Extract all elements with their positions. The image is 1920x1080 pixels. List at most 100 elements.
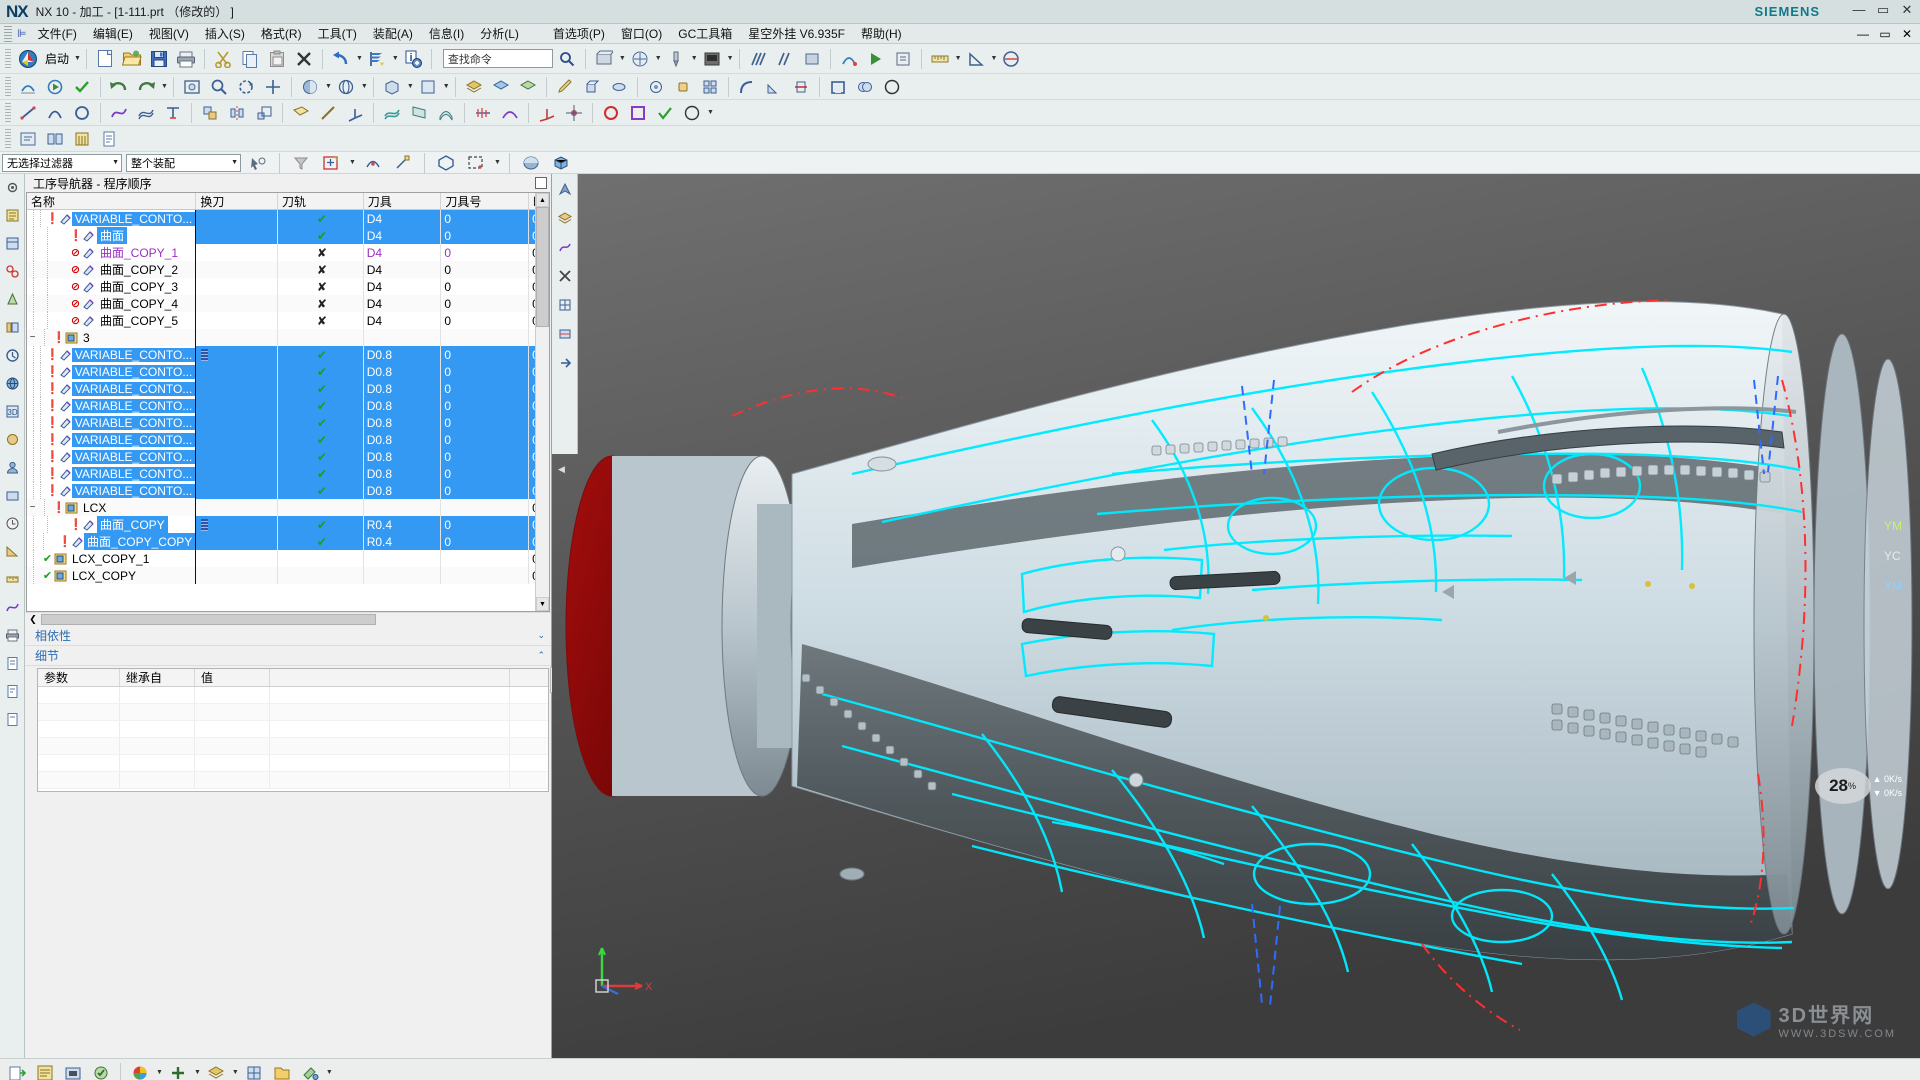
tool-library-icon[interactable] xyxy=(69,127,95,151)
curve-circle-icon[interactable] xyxy=(69,101,95,125)
rail-operation-navigator-icon[interactable] xyxy=(2,205,23,226)
snap-dropdown-icon[interactable]: ▼ xyxy=(349,159,356,166)
snap-arc-center-icon[interactable] xyxy=(360,151,386,175)
table-row[interactable]: ⊘曲面_COPY_5✘D400 xyxy=(27,312,549,329)
toolbar3-grip[interactable] xyxy=(5,102,11,123)
wireframe-dropdown-icon[interactable]: ▼ xyxy=(361,83,368,90)
simulate-icon[interactable] xyxy=(863,47,889,71)
cell-name[interactable]: ❗ VARIABLE_CONTO... xyxy=(27,431,197,448)
menu-file[interactable]: 文件(F) xyxy=(30,23,85,44)
cell-name[interactable]: ✔ LCX_COPY xyxy=(27,567,197,584)
cell-name[interactable]: ⊘ 曲面_COPY_3 xyxy=(27,278,197,295)
details-row[interactable] xyxy=(38,704,548,721)
selection-filter-combo[interactable]: 无选择过滤器 ▼ xyxy=(2,153,122,172)
rail-triangle-icon[interactable] xyxy=(2,541,23,562)
vp-curve-icon[interactable] xyxy=(554,236,575,257)
redisplay-dropdown-icon[interactable]: ▼ xyxy=(392,55,399,62)
cell-name[interactable]: ❗ VARIABLE_CONTO... xyxy=(27,465,197,482)
operation-tree[interactable]: 名称 换刀 刀轨 刀具 刀具号 时 ❗VARIABLE_CONTO...✔D40… xyxy=(26,192,550,612)
snap-point-icon[interactable] xyxy=(318,151,344,175)
replay-toolpath-icon[interactable] xyxy=(42,75,68,99)
menu-analysis[interactable]: 分析(L) xyxy=(472,23,527,44)
table-row[interactable]: ✔LCX_COPY_10 xyxy=(27,550,549,567)
menubar-grip[interactable] xyxy=(4,25,12,42)
table-row[interactable]: ❗VARIABLE_CONTO...✔D0.800 xyxy=(27,431,549,448)
trim-icon[interactable] xyxy=(788,75,814,99)
rotate-view-icon[interactable] xyxy=(233,75,259,99)
table-row[interactable]: ❗曲面_COPY_COPY✔R0.400 xyxy=(27,533,549,550)
scroll-thumb[interactable] xyxy=(536,207,549,327)
detail-col-value[interactable]: 值 xyxy=(195,669,270,686)
bottom-geom-icon[interactable] xyxy=(241,1061,267,1080)
cell-name[interactable]: ⊘ 曲面_COPY_2 xyxy=(27,261,197,278)
angle-icon[interactable] xyxy=(963,47,989,71)
details-row[interactable] xyxy=(38,772,548,789)
extrude-icon[interactable] xyxy=(579,75,605,99)
cell-name[interactable]: − ❗ 3 xyxy=(27,329,197,346)
cell-name[interactable]: ❗ VARIABLE_CONTO... xyxy=(27,448,197,465)
vp-layer-icon[interactable] xyxy=(554,207,575,228)
details-row[interactable] xyxy=(38,755,548,772)
circle-outline-icon[interactable] xyxy=(679,101,705,125)
bottom-machine-icon[interactable] xyxy=(60,1061,86,1080)
front-view-dropdown-icon[interactable]: ▼ xyxy=(443,83,450,90)
wcs-dynamic-icon[interactable] xyxy=(534,101,560,125)
rail-assembly-navigator-icon[interactable] xyxy=(2,233,23,254)
surface-sweep-icon[interactable] xyxy=(433,101,459,125)
spline-icon[interactable] xyxy=(106,101,132,125)
table-row[interactable]: ❗VARIABLE_CONTO...✔D0.800 xyxy=(27,363,549,380)
cell-name[interactable]: ❗ 曲面 xyxy=(27,227,197,244)
rail-doc1-icon[interactable] xyxy=(2,653,23,674)
details-table[interactable]: 参数 继承自 值 xyxy=(37,667,578,792)
nav-back-icon[interactable] xyxy=(106,75,132,99)
menu-xingkong-plugin[interactable]: 星空外挂 V6.935F xyxy=(740,23,853,44)
unite-icon[interactable] xyxy=(852,75,878,99)
revolve-icon[interactable] xyxy=(606,75,632,99)
snap-endpoint-icon[interactable] xyxy=(390,151,416,175)
detail-col-inherited[interactable]: 继承自 xyxy=(120,669,195,686)
bottom-layer-dropdown-icon[interactable]: ▼ xyxy=(232,1069,239,1076)
details-row[interactable] xyxy=(38,721,548,738)
shaded-dropdown-icon[interactable]: ▼ xyxy=(325,83,332,90)
cell-name[interactable]: ❗ VARIABLE_CONTO... xyxy=(27,210,197,227)
rail-history-icon[interactable] xyxy=(2,345,23,366)
tree-body[interactable]: ❗VARIABLE_CONTO...✔D400❗曲面✔D400⊘曲面_COPY_… xyxy=(27,210,549,611)
table-row[interactable]: ❗VARIABLE_CONTO...✔D0.800 xyxy=(27,380,549,397)
bottom-program-icon[interactable] xyxy=(32,1061,58,1080)
cell-name[interactable]: ❗ 曲面_COPY xyxy=(27,516,197,533)
pan-view-icon[interactable] xyxy=(260,75,286,99)
report-icon[interactable] xyxy=(96,127,122,151)
detail-col-parameter[interactable]: 参数 xyxy=(38,669,120,686)
save-icon[interactable] xyxy=(146,47,172,71)
circle-shape-icon[interactable] xyxy=(879,75,905,99)
curve-arc-icon[interactable] xyxy=(42,101,68,125)
select-object-icon[interactable] xyxy=(245,151,271,175)
table-row[interactable]: ⊘曲面_COPY_4✘D400 xyxy=(27,295,549,312)
menu-tools[interactable]: 工具(T) xyxy=(310,23,365,44)
table-row[interactable]: ❗曲面✔D400 xyxy=(27,227,549,244)
tree-expander[interactable]: − xyxy=(27,502,38,513)
open-file-icon[interactable] xyxy=(119,47,145,71)
rail-reuse-library-icon[interactable] xyxy=(2,317,23,338)
scroll-down-arrow[interactable]: ▼ xyxy=(536,597,549,611)
analysis-curvature-icon[interactable] xyxy=(497,101,523,125)
face-select-icon[interactable] xyxy=(433,151,459,175)
table-row[interactable]: ❗VARIABLE_CONTO...✔D400 xyxy=(27,210,549,227)
layer-settings-icon[interactable] xyxy=(461,75,487,99)
mirror-icon[interactable] xyxy=(224,101,250,125)
cell-name[interactable]: ❗ 曲面_COPY_COPY xyxy=(27,533,197,550)
toolbar2-grip[interactable] xyxy=(5,76,11,97)
cut-icon[interactable] xyxy=(210,47,236,71)
rail-process-studio-icon[interactable] xyxy=(2,429,23,450)
create-operation-icon[interactable] xyxy=(627,47,653,71)
analysis-deviation-icon[interactable] xyxy=(470,101,496,125)
table-row[interactable]: ❗VARIABLE_CONTO...✔D0.800 xyxy=(27,482,549,499)
delete-icon[interactable] xyxy=(291,47,317,71)
menu-assembly[interactable]: 装配(A) xyxy=(365,23,421,44)
find-command-search-icon[interactable] xyxy=(554,47,580,71)
cell-name[interactable]: ⊘ 曲面_COPY_1 xyxy=(27,244,197,261)
rail-part-navigator-icon[interactable] xyxy=(2,289,23,310)
cell-name[interactable]: ⊘ 曲面_COPY_5 xyxy=(27,312,197,329)
datum-plane-icon[interactable] xyxy=(288,101,314,125)
datum-axis-icon[interactable] xyxy=(315,101,341,125)
